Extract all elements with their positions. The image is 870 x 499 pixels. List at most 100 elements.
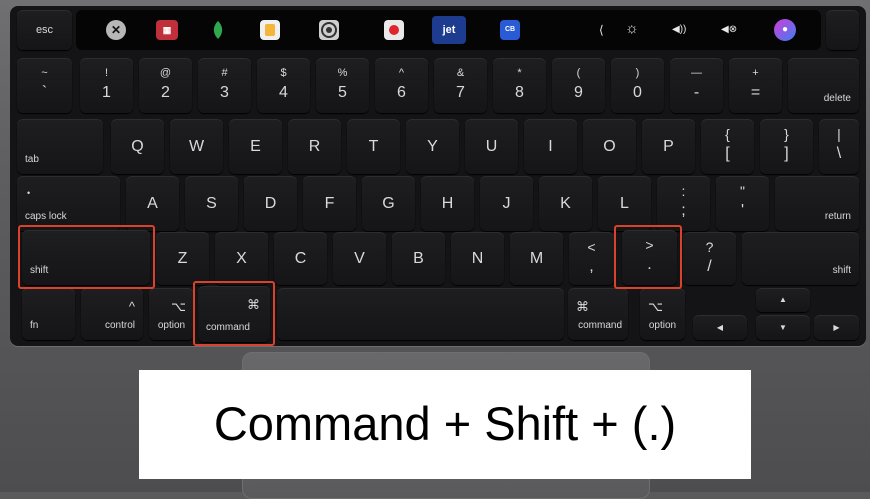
key-shift-right[interactable]: shift: [742, 232, 859, 285]
key-w-label: W: [188, 137, 205, 155]
app-icon-red-dot[interactable]: [384, 20, 404, 40]
jet-icon[interactable]: jet: [432, 16, 466, 44]
arrow-right-icon: ▶: [833, 322, 840, 332]
key-tab-label: tab: [25, 154, 39, 165]
key-9[interactable]: (9: [552, 58, 605, 113]
key-n[interactable]: N: [451, 232, 504, 285]
key-space[interactable]: [277, 288, 564, 340]
key-d[interactable]: D: [244, 176, 297, 231]
key-equals[interactable]: + =: [729, 58, 782, 113]
key-equals-top: +: [752, 67, 759, 79]
key-s[interactable]: S: [185, 176, 238, 231]
touch-bar[interactable]: ✕ ▦ jet CB ⟨ ☼ ◀)) ◀⊗ ●: [76, 10, 821, 50]
key-delete[interactable]: delete: [788, 58, 859, 113]
siri-icon[interactable]: ●: [774, 19, 796, 41]
key-j[interactable]: J: [480, 176, 533, 231]
key-right-bracket[interactable]: }]: [760, 119, 813, 174]
key-quote[interactable]: " ': [716, 176, 769, 231]
key-arrow-right[interactable]: ▶: [814, 315, 859, 340]
key-v-label: V: [354, 249, 365, 267]
key-5[interactable]: % 5: [316, 58, 369, 113]
key-z-label: Z: [177, 249, 188, 267]
key-t[interactable]: T: [347, 119, 400, 174]
key-command-right[interactable]: ⌘ command: [568, 288, 628, 340]
key-k[interactable]: K: [539, 176, 592, 231]
key-a[interactable]: A: [126, 176, 179, 231]
arrow-down-icon: ▼: [779, 322, 787, 332]
key-y-label: Y: [427, 137, 438, 155]
key-b[interactable]: B: [392, 232, 445, 285]
brightness-icon[interactable]: ☼: [625, 21, 639, 36]
key-fn[interactable]: fn: [22, 288, 75, 340]
key-h[interactable]: H: [421, 176, 474, 231]
key-x[interactable]: X: [215, 232, 268, 285]
key-p[interactable]: P: [642, 119, 695, 174]
key-a-label: A: [147, 194, 158, 212]
app-icon-green-leaf[interactable]: [207, 19, 229, 41]
volume-up-icon[interactable]: ◀)): [672, 23, 686, 37]
chevron-left-icon[interactable]: ⟨: [599, 23, 604, 37]
key-arrow-left[interactable]: ◀: [693, 315, 747, 340]
key-option-right[interactable]: ⌥ option: [640, 288, 685, 340]
key-3[interactable]: #3: [198, 58, 251, 113]
key-9-bottom: 9: [574, 84, 583, 101]
key-x-label: X: [236, 249, 247, 267]
arrow-left-icon: ◀: [716, 322, 724, 332]
key-3-bottom: 3: [220, 84, 229, 101]
key-q[interactable]: Q: [111, 119, 164, 174]
key-slash[interactable]: ? /: [683, 232, 736, 285]
key-i[interactable]: I: [524, 119, 577, 174]
key-z[interactable]: Z: [156, 232, 209, 285]
key-f[interactable]: F: [303, 176, 356, 231]
key-comma[interactable]: <,: [569, 232, 614, 285]
app-icon-blue[interactable]: CB: [500, 20, 520, 40]
key-touch-id[interactable]: [826, 10, 859, 50]
key-tab[interactable]: tab: [17, 119, 103, 174]
app-icon-yellow[interactable]: [260, 20, 280, 40]
key-backtick[interactable]: ~ `: [17, 58, 72, 113]
key-v[interactable]: V: [333, 232, 386, 285]
key-option-left[interactable]: ⌥ option: [149, 288, 194, 340]
key-y[interactable]: Y: [406, 119, 459, 174]
key-return[interactable]: return: [775, 176, 859, 231]
key-w[interactable]: W: [170, 119, 223, 174]
key-1[interactable]: ! 1: [80, 58, 133, 113]
key-g[interactable]: G: [362, 176, 415, 231]
key-c-label: C: [294, 249, 307, 267]
key-left-bracket[interactable]: {[: [701, 119, 754, 174]
key-7[interactable]: & 7: [434, 58, 487, 113]
key-arrow-down[interactable]: ▼: [756, 315, 810, 340]
highlight-command: [193, 281, 275, 346]
key-8[interactable]: * 8: [493, 58, 546, 113]
key-esc[interactable]: esc: [17, 10, 72, 50]
key-r[interactable]: R: [288, 119, 341, 174]
key-caps-lock[interactable]: • caps lock: [17, 176, 120, 231]
key-l[interactable]: L: [598, 176, 651, 231]
key-2[interactable]: @2: [139, 58, 192, 113]
key-2-bottom: 2: [161, 84, 170, 101]
key-m[interactable]: M: [510, 232, 563, 285]
key-arrow-up[interactable]: ▲: [756, 288, 810, 312]
key-backslash[interactable]: | \: [819, 119, 859, 174]
app-icon-red[interactable]: ▦: [156, 20, 178, 40]
key-semicolon[interactable]: :;: [657, 176, 710, 231]
key-e[interactable]: E: [229, 119, 282, 174]
key-9-top: (: [576, 67, 581, 79]
app-icon-target[interactable]: [319, 20, 339, 40]
key-control-symbol: ^: [128, 299, 135, 314]
key-backtick-top: ~: [41, 67, 48, 79]
highlight-period: [614, 225, 682, 289]
mute-icon[interactable]: ◀⊗: [721, 23, 737, 37]
key-4-bottom: 4: [279, 84, 288, 101]
key-o[interactable]: O: [583, 119, 636, 174]
key-0-top: ): [635, 67, 640, 79]
key-quote-top: ": [740, 183, 745, 199]
key-control[interactable]: ^ control: [81, 288, 143, 340]
key-4[interactable]: $4: [257, 58, 310, 113]
close-icon[interactable]: ✕: [106, 20, 126, 40]
key-c[interactable]: C: [274, 232, 327, 285]
key-u[interactable]: U: [465, 119, 518, 174]
key-6[interactable]: ^ 6: [375, 58, 428, 113]
key-minus[interactable]: — -: [670, 58, 723, 113]
key-0[interactable]: ) 0: [611, 58, 664, 113]
